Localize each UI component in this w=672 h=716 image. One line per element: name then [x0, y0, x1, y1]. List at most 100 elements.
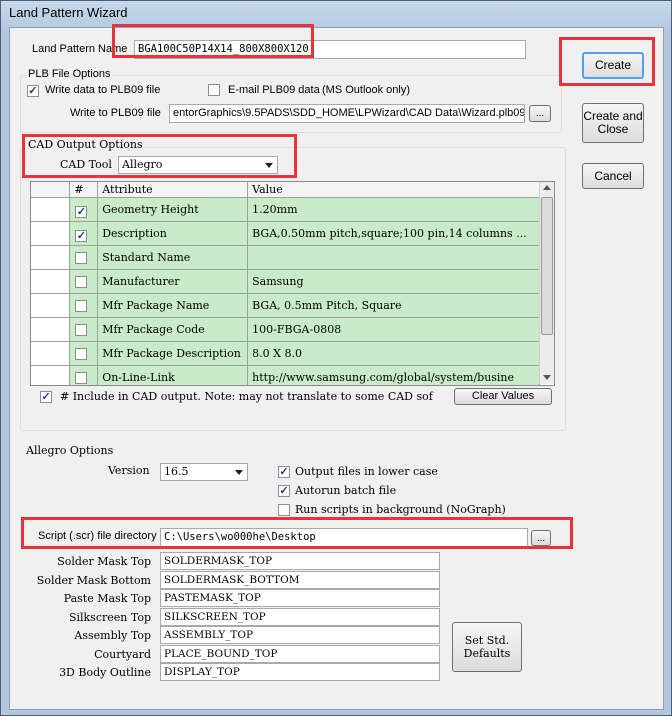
- attribute-row[interactable]: Geometry Height1.20mm: [31, 197, 540, 222]
- include-note: # Include in CAD output. Note: may not t…: [60, 390, 433, 403]
- attribute-include-checkbox[interactable]: [75, 372, 88, 384]
- cad-tool-value: Allegro: [122, 158, 163, 171]
- row-header[interactable]: [31, 245, 71, 270]
- attribute-name[interactable]: On-Line-Link: [97, 365, 249, 385]
- attribute-include-checkbox[interactable]: [75, 252, 88, 264]
- attribute-include-cell[interactable]: [69, 221, 99, 246]
- row-header[interactable]: [31, 293, 71, 318]
- email-plb-checkbox[interactable]: [208, 84, 220, 96]
- cancel-button[interactable]: Cancel: [582, 163, 644, 189]
- attribute-include-checkbox[interactable]: [75, 276, 88, 288]
- layer-input[interactable]: PASTEMASK_TOP: [160, 589, 440, 607]
- layer-input[interactable]: SOLDERMASK_TOP: [160, 552, 440, 570]
- attribute-value[interactable]: BGA,0.50mm pitch,square;100 pin,14 colum…: [247, 221, 540, 246]
- attribute-name[interactable]: Manufacturer: [97, 269, 249, 294]
- attribute-name[interactable]: Mfr Package Name: [97, 293, 249, 318]
- attribute-include-checkbox[interactable]: [75, 348, 88, 360]
- dialog-client: Land Pattern Name BGA100C50P14X14_800X80…: [9, 24, 664, 710]
- attribute-name[interactable]: Standard Name: [97, 245, 249, 270]
- attribute-name[interactable]: Mfr Package Description: [97, 341, 249, 366]
- layer-label: 3D Body Outline: [59, 666, 151, 679]
- layer-label: Courtyard: [94, 647, 151, 661]
- attribute-include-cell[interactable]: [69, 317, 99, 342]
- attribute-name[interactable]: Geometry Height: [97, 197, 249, 222]
- chevron-down-icon: [265, 163, 273, 168]
- attribute-include-cell[interactable]: [69, 269, 99, 294]
- attribute-include-cell[interactable]: [69, 341, 99, 366]
- set-std-defaults-button[interactable]: Set Std. Defaults: [452, 622, 522, 672]
- attribute-include-checkbox[interactable]: [75, 324, 88, 336]
- grid-header-row: # Attribute Value: [31, 182, 540, 198]
- chevron-down-icon: [235, 470, 243, 475]
- col-header-value[interactable]: Value: [247, 182, 540, 198]
- attribute-value[interactable]: 1.20mm: [247, 197, 540, 222]
- grid-scroll-thumb[interactable]: [541, 197, 553, 335]
- attribute-include-checkbox[interactable]: [75, 230, 88, 242]
- grid-rowheader-corner: [31, 182, 71, 198]
- land-pattern-name-input[interactable]: BGA100C50P14X14_800X800X120: [134, 40, 526, 59]
- layer-label: Solder Mask Bottom: [36, 573, 151, 587]
- layer-input[interactable]: PLACE_BOUND_TOP: [160, 644, 440, 663]
- attribute-value[interactable]: BGA, 0.5mm Pitch, Square: [247, 293, 540, 318]
- output-lower-case-checkbox[interactable]: [278, 466, 290, 478]
- write-plb-label: Write data to PLB09 file: [45, 84, 161, 96]
- autorun-batch-checkbox[interactable]: [278, 485, 290, 497]
- autorun-batch-label: Autorun batch file: [295, 484, 397, 497]
- attribute-row[interactable]: Standard Name: [31, 245, 540, 270]
- attribute-row[interactable]: Manufacturer Samsung: [31, 269, 540, 294]
- attribute-include-checkbox[interactable]: [75, 206, 88, 218]
- layer-input[interactable]: ASSEMBLY_TOP: [160, 626, 440, 644]
- write-plb-checkbox[interactable]: [27, 85, 39, 97]
- attribute-row[interactable]: Mfr Package Code 100-FBGA-0808: [31, 317, 540, 342]
- layer-input[interactable]: DISPLAY_TOP: [160, 663, 440, 681]
- attribute-include-cell[interactable]: [69, 197, 99, 222]
- attribute-value[interactable]: 100-FBGA-0808: [247, 317, 540, 342]
- attribute-row[interactable]: Mfr Package Name BGA, 0.5mm Pitch, Square: [31, 293, 540, 318]
- col-header-attribute[interactable]: Attribute: [97, 182, 249, 198]
- version-select[interactable]: 16.5: [160, 463, 248, 481]
- row-header[interactable]: [31, 197, 71, 222]
- cad-tool-label: CAD Tool: [60, 158, 112, 171]
- script-dir-browse-button[interactable]: ...: [531, 530, 551, 546]
- land-pattern-label: Land Pattern Name: [32, 43, 128, 55]
- attribute-value[interactable]: http://www.samsung.com/global/system/bus…: [247, 365, 540, 385]
- plb-file-path-input[interactable]: entorGraphics\9.5PADS\SDD_HOME\LPWizard\…: [169, 104, 525, 123]
- row-header[interactable]: [31, 221, 71, 246]
- create-button[interactable]: Create: [582, 52, 644, 79]
- attribute-row[interactable]: Mfr Package Description 8.0 X 8.0: [31, 341, 540, 366]
- attribute-include-cell[interactable]: [69, 293, 99, 318]
- attribute-include-checkbox[interactable]: [75, 300, 88, 312]
- row-header[interactable]: [31, 341, 71, 366]
- run-background-checkbox[interactable]: [278, 504, 290, 516]
- window-title: Land Pattern Wizard: [9, 5, 128, 20]
- attribute-row[interactable]: On-Line-Link http://www.samsung.com/globa…: [31, 365, 540, 385]
- attribute-include-cell[interactable]: [69, 365, 99, 385]
- wizard-window: Land Pattern Wizard Land Pattern Name BG…: [0, 0, 672, 716]
- attribute-value[interactable]: Samsung: [247, 269, 540, 294]
- include-cad-checkbox[interactable]: [40, 391, 52, 403]
- row-header[interactable]: [31, 365, 71, 385]
- create-and-close-button[interactable]: Create and Close: [582, 103, 644, 143]
- layer-label: Assembly Top: [74, 629, 151, 642]
- layer-input[interactable]: SOLDERMASK_BOTTOM: [160, 570, 440, 589]
- grid-scrollbar[interactable]: [539, 182, 554, 384]
- attribute-include-cell[interactable]: [69, 245, 99, 270]
- col-header-check[interactable]: #: [69, 182, 99, 198]
- attribute-row[interactable]: DescriptionBGA,0.50mm pitch,square;100 p…: [31, 221, 540, 246]
- scroll-down-icon[interactable]: [543, 375, 551, 380]
- layer-input[interactable]: SILKSCREEN_TOP: [160, 607, 440, 626]
- email-plb-label: E-mail PLB09 data: [228, 84, 320, 96]
- attribute-name[interactable]: Mfr Package Code: [97, 317, 249, 342]
- attribute-name[interactable]: Description: [97, 221, 249, 246]
- version-value: 16.5: [164, 465, 189, 478]
- cad-tool-select[interactable]: Allegro: [118, 156, 278, 174]
- row-header[interactable]: [31, 317, 71, 342]
- attribute-value[interactable]: 8.0 X 8.0: [247, 341, 540, 366]
- scroll-up-icon[interactable]: [543, 185, 551, 190]
- attribute-value[interactable]: [247, 245, 540, 270]
- plb-browse-button[interactable]: ...: [529, 105, 551, 122]
- clear-values-button[interactable]: Clear Values: [454, 388, 552, 405]
- script-dir-input[interactable]: C:\Users\wo000he\Desktop: [160, 528, 528, 547]
- row-header[interactable]: [31, 269, 71, 294]
- write-to-label: Write to PLB09 file: [70, 107, 161, 119]
